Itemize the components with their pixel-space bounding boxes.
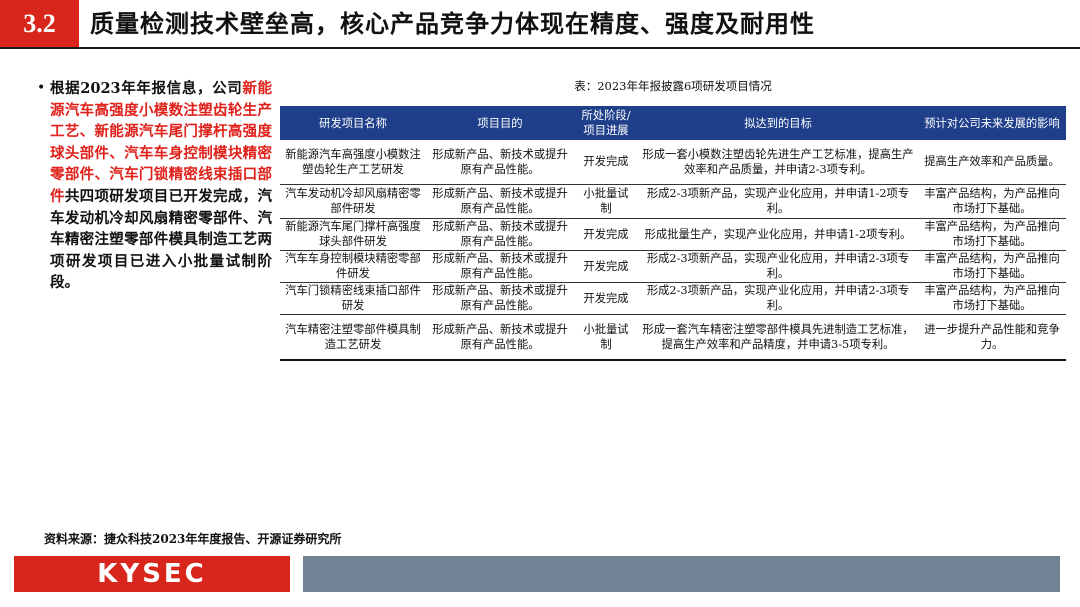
table-cell: 汽车车身控制模块精密零部件研发 xyxy=(280,250,426,283)
table-cell: 提高生产效率和产品质量。 xyxy=(918,140,1066,185)
table-cell: 形成新产品、新技术或提升原有产品性能。 xyxy=(426,218,574,251)
table-cell: 汽车精密注塑零部件模具制造工艺研发 xyxy=(280,314,426,361)
table-row: 新能源汽车尾门撑杆高强度球头部件研发 形成新产品、新技术或提升原有产品性能。 开… xyxy=(280,218,1066,251)
page-title: 质量检测技术壁垒高，核心产品竞争力体现在精度、强度及耐用性 xyxy=(90,9,815,38)
table-cell: 丰富产品结构，为产品推向市场打下基础。 xyxy=(918,218,1066,251)
table-cell: 形成一套汽车精密注塑零部件模具先进制造工艺标准，提高生产效率和产品精度，并申请3… xyxy=(638,314,918,361)
table-header-cell: 预计对公司未来发展的影响 xyxy=(918,106,1066,140)
table-cell: 形成2-3项新产品，实现产业化应用，并申请2-3项专利。 xyxy=(638,250,918,283)
table-row: 汽车门锁精密线束插口部件研发 形成新产品、新技术或提升原有产品性能。 开发完成 … xyxy=(280,282,1066,315)
bullet-marker: • xyxy=(37,80,46,96)
table-cell: 丰富产品结构，为产品推向市场打下基础。 xyxy=(918,184,1066,219)
table-cell: 开发完成 xyxy=(574,282,638,315)
table-cell: 进一步提升产品性能和竞争力。 xyxy=(918,314,1066,361)
table-cell: 形成新产品、新技术或提升原有产品性能。 xyxy=(426,140,574,185)
table-row: 新能源汽车高强度小模数注塑齿轮生产工艺研发 形成新产品、新技术或提升原有产品性能… xyxy=(280,140,1066,185)
header-divider xyxy=(0,47,1080,49)
table-cell: 汽车门锁精密线束插口部件研发 xyxy=(280,282,426,315)
table-cell: 开发完成 xyxy=(574,250,638,283)
table-cell: 新能源汽车高强度小模数注塑齿轮生产工艺研发 xyxy=(280,140,426,185)
table-cell: 形成新产品、新技术或提升原有产品性能。 xyxy=(426,282,574,315)
table-header-cell: 拟达到的目标 xyxy=(638,106,918,140)
table-cell: 汽车发动机冷却风扇精密零部件研发 xyxy=(280,184,426,219)
bullet-text-intro: 根据2023年年报信息，公司 xyxy=(50,80,243,97)
table-header-cell: 研发项目名称 xyxy=(280,106,426,140)
bullet-text-rest: 共四项研发项目已开发完成，汽车发动机冷却风扇精密零部件、汽车精密注塑零部件模具制… xyxy=(50,187,273,292)
table-cell: 形成新产品、新技术或提升原有产品性能。 xyxy=(426,184,574,219)
section-number: 3.2 xyxy=(0,0,79,47)
table-cell: 开发完成 xyxy=(574,140,638,185)
table-row: 汽车发动机冷却风扇精密零部件研发 形成新产品、新技术或提升原有产品性能。 小批量… xyxy=(280,184,1066,219)
rd-projects-table: 研发项目名称 项目目的 所处阶段/项目进展 拟达到的目标 预计对公司未来发展的影… xyxy=(280,106,1066,361)
table-cell: 形成批量生产，实现产业化应用，并申请1-2项专利。 xyxy=(638,218,918,251)
table-cell: 形成2-3项新产品，实现产业化应用，并申请2-3项专利。 xyxy=(638,282,918,315)
table-row: 汽车车身控制模块精密零部件研发 形成新产品、新技术或提升原有产品性能。 开发完成… xyxy=(280,250,1066,283)
bullet-paragraph: 根据2023年年报信息，公司新能源汽车高强度小模数注塑齿轮生产工艺、新能源汽车尾… xyxy=(50,78,272,294)
table-header-cell: 所处阶段/项目进展 xyxy=(574,106,638,140)
table-header-row: 研发项目名称 项目目的 所处阶段/项目进展 拟达到的目标 预计对公司未来发展的影… xyxy=(280,106,1066,140)
table-cell: 形成新产品、新技术或提升原有产品性能。 xyxy=(426,250,574,283)
table-cell: 开发完成 xyxy=(574,218,638,251)
page-header: 3.2 质量检测技术壁垒高，核心产品竞争力体现在精度、强度及耐用性 xyxy=(0,0,1080,47)
table-header-cell: 项目目的 xyxy=(426,106,574,140)
table-caption: 表：2023年年报披露6项研发项目情况 xyxy=(574,79,772,93)
table-cell: 形成一套小模数注塑齿轮先进生产工艺标准，提高生产效率和产品质量，并申请2-3项专… xyxy=(638,140,918,185)
table-cell: 形成2-3项新产品，实现产业化应用，并申请1-2项专利。 xyxy=(638,184,918,219)
bullet-text-highlight: 新能源汽车高强度小模数注塑齿轮生产工艺、新能源汽车尾门撑杆高强度球头部件、汽车车… xyxy=(50,80,273,205)
footer-bar xyxy=(303,556,1060,592)
table-cell: 形成新产品、新技术或提升原有产品性能。 xyxy=(426,314,574,361)
source-note: 资料来源：捷众科技2023年年度报告、开源证券研究所 xyxy=(44,532,342,546)
table-cell: 小批量试制 xyxy=(574,184,638,219)
table-row: 汽车精密注塑零部件模具制造工艺研发 形成新产品、新技术或提升原有产品性能。 小批… xyxy=(280,314,1066,361)
table-cell: 小批量试制 xyxy=(574,314,638,361)
kysec-logo: KYSEC xyxy=(14,556,290,592)
table-cell: 丰富产品结构，为产品推向市场打下基础。 xyxy=(918,250,1066,283)
table-cell: 新能源汽车尾门撑杆高强度球头部件研发 xyxy=(280,218,426,251)
table-cell: 丰富产品结构，为产品推向市场打下基础。 xyxy=(918,282,1066,315)
